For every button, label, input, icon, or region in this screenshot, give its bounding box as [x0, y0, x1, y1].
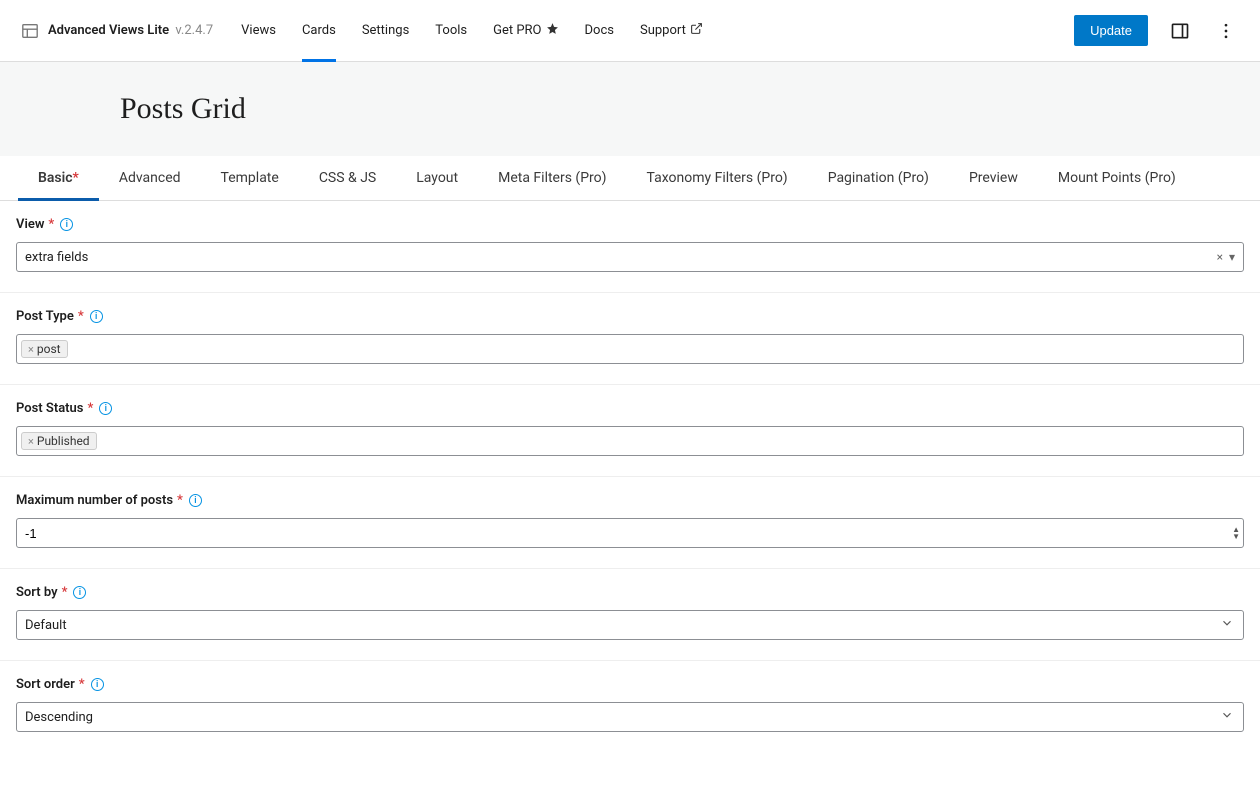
- tab-advanced[interactable]: Advanced: [99, 156, 201, 200]
- nav-tools[interactable]: Tools: [435, 0, 467, 61]
- info-icon[interactable]: i: [91, 678, 104, 691]
- grid-icon: [20, 21, 40, 41]
- nav-docs[interactable]: Docs: [585, 0, 614, 61]
- info-icon[interactable]: i: [60, 218, 73, 231]
- star-icon: [546, 22, 559, 39]
- max-posts-input[interactable]: [16, 518, 1244, 548]
- field-sort-order-label: Sort order* i: [16, 677, 1244, 692]
- field-post-status-label: Post Status* i: [16, 401, 1244, 416]
- field-sort-order: Sort order* i Descending: [0, 661, 1260, 752]
- nav-views[interactable]: Views: [241, 0, 276, 61]
- field-sort-by: Sort by* i Default: [0, 569, 1260, 661]
- tab-template[interactable]: Template: [201, 156, 299, 200]
- topbar-right: Update: [1074, 15, 1240, 46]
- info-icon[interactable]: i: [73, 586, 86, 599]
- field-post-status: Post Status* i × Published: [0, 385, 1260, 477]
- tab-css-js[interactable]: CSS & JS: [299, 156, 396, 200]
- tab-mount-points[interactable]: Mount Points (Pro): [1038, 156, 1196, 200]
- sort-order-select[interactable]: Descending: [16, 702, 1244, 732]
- clear-icon[interactable]: ×: [1217, 250, 1223, 264]
- topbar: Advanced Views Lite v.2.4.7 Views Cards …: [0, 0, 1260, 62]
- tab-preview[interactable]: Preview: [949, 156, 1038, 200]
- field-post-type-label: Post Type* i: [16, 309, 1244, 324]
- tab-layout[interactable]: Layout: [396, 156, 478, 200]
- nav-cards[interactable]: Cards: [302, 0, 336, 61]
- tab-basic[interactable]: Basic*: [18, 156, 99, 200]
- update-button[interactable]: Update: [1074, 15, 1148, 46]
- info-icon[interactable]: i: [90, 310, 103, 323]
- title-area: Posts Grid: [0, 62, 1260, 156]
- select-controls: × ▾: [1217, 250, 1235, 264]
- remove-tag-icon[interactable]: ×: [28, 343, 34, 356]
- nav-get-pro[interactable]: Get PRO: [493, 0, 558, 61]
- page-title: Posts Grid: [120, 92, 1260, 126]
- plugin-name: Advanced Views Lite v.2.4.7: [48, 23, 213, 38]
- info-icon[interactable]: i: [99, 402, 112, 415]
- field-max-posts-label: Maximum number of posts* i: [16, 493, 1244, 508]
- content-scroll[interactable]: Posts Grid Basic* Advanced Template CSS …: [0, 62, 1260, 795]
- top-nav: Views Cards Settings Tools Get PRO Docs …: [241, 0, 703, 61]
- view-select[interactable]: extra fields × ▾: [16, 242, 1244, 272]
- topbar-left: Advanced Views Lite v.2.4.7: [20, 21, 213, 41]
- tabs: Basic* Advanced Template CSS & JS Layout…: [0, 156, 1260, 201]
- nav-settings[interactable]: Settings: [362, 0, 409, 61]
- more-menu-icon[interactable]: [1212, 17, 1240, 45]
- post-status-input[interactable]: × Published: [16, 426, 1244, 456]
- sidebar-toggle-icon[interactable]: [1166, 17, 1194, 45]
- remove-tag-icon[interactable]: ×: [28, 435, 34, 448]
- info-icon[interactable]: i: [189, 494, 202, 507]
- field-view-label: View* i: [16, 217, 1244, 232]
- spinner-down-icon[interactable]: ▼: [1232, 533, 1240, 540]
- tag-post[interactable]: × post: [21, 340, 68, 358]
- external-link-icon: [690, 22, 703, 39]
- field-post-type: Post Type* i × post: [0, 293, 1260, 385]
- tab-taxonomy-filters[interactable]: Taxonomy Filters (Pro): [627, 156, 808, 200]
- nav-support[interactable]: Support: [640, 0, 703, 61]
- post-type-input[interactable]: × post: [16, 334, 1244, 364]
- tab-pagination[interactable]: Pagination (Pro): [808, 156, 949, 200]
- number-spinners[interactable]: ▲ ▼: [1232, 526, 1240, 540]
- tag-published[interactable]: × Published: [21, 432, 97, 450]
- chevron-down-icon[interactable]: ▾: [1229, 250, 1235, 264]
- field-view: View* i extra fields × ▾: [0, 201, 1260, 293]
- tab-meta-filters[interactable]: Meta Filters (Pro): [478, 156, 626, 200]
- sort-by-select[interactable]: Default: [16, 610, 1244, 640]
- field-sort-by-label: Sort by* i: [16, 585, 1244, 600]
- view-value: extra fields: [25, 250, 88, 265]
- form: View* i extra fields × ▾ Post Type* i × …: [0, 201, 1260, 795]
- field-max-posts: Maximum number of posts* i ▲ ▼: [0, 477, 1260, 569]
